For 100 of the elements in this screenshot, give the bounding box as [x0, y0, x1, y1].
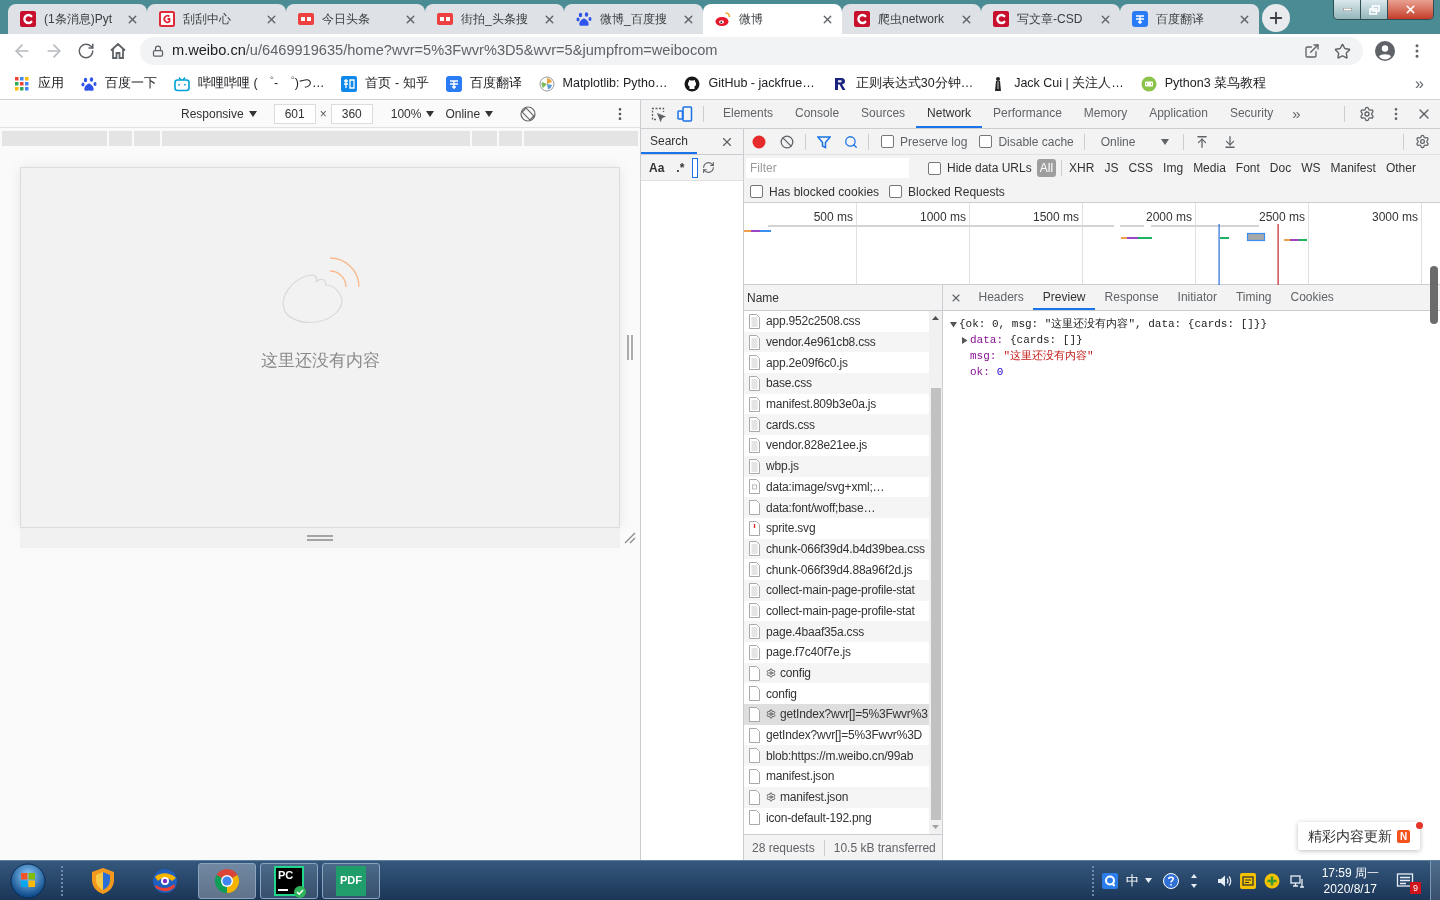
detail-tab[interactable]: Initiator: [1168, 285, 1227, 310]
type-filter[interactable]: Media: [1190, 159, 1229, 177]
detail-tab[interactable]: Response: [1095, 285, 1169, 310]
request-row[interactable]: collect-main-page-profile-stat: [744, 579, 929, 601]
ime-indicator[interactable]: 中: [1125, 870, 1139, 891]
devices-icon[interactable]: [677, 106, 693, 122]
home-icon[interactable]: [108, 41, 128, 61]
taskbar-button[interactable]: PC: [260, 862, 318, 899]
browser-tab[interactable]: 百度翻译: [1120, 4, 1259, 34]
request-row[interactable]: base.css: [744, 373, 929, 394]
type-filter[interactable]: WS: [1298, 159, 1324, 177]
filter-icon[interactable]: [817, 134, 831, 149]
request-row[interactable]: getIndex?wvr[]=5%3Fwvr%3: [744, 704, 929, 725]
corner-resize-handle[interactable]: [624, 532, 636, 544]
match-case-button[interactable]: Aa: [649, 158, 665, 177]
regex-button[interactable]: .*: [676, 158, 685, 177]
type-filter[interactable]: CSS: [1125, 159, 1157, 177]
download-icon[interactable]: [1222, 134, 1237, 149]
request-row[interactable]: chunk-066f39d4.b4d39bea.css: [744, 538, 929, 560]
column-header[interactable]: Name: [747, 288, 779, 307]
rotate-icon[interactable]: [520, 105, 537, 122]
panel-tab[interactable]: Application: [1138, 100, 1219, 128]
checkbox[interactable]: [881, 135, 894, 148]
request-row[interactable]: cards.css: [744, 414, 929, 436]
panel-tab[interactable]: Console: [784, 100, 851, 128]
address-bar[interactable]: m.weibo.cn/u/6469919635/home?wvr=5%3Fwvr%3D5&wvr=5&jumpfrom=weibocom: [140, 37, 1363, 65]
clear-icon[interactable]: [780, 134, 794, 149]
request-row[interactable]: wbp.js: [744, 455, 929, 477]
type-filter[interactable]: Other: [1382, 159, 1419, 177]
scrollbar-thumb[interactable]: [1430, 266, 1438, 324]
request-row[interactable]: manifest.json: [744, 786, 929, 808]
more-panels-button[interactable]: »: [1284, 102, 1309, 126]
type-filter[interactable]: Doc: [1266, 159, 1295, 177]
browser-tab[interactable]: 刮刮中心: [147, 4, 286, 34]
throttle-dropdown[interactable]: Online: [445, 104, 494, 123]
help-icon[interactable]: [1162, 872, 1179, 889]
browser-tab[interactable]: 写文章-CSD: [981, 4, 1120, 34]
close-window-button[interactable]: [1388, 0, 1433, 19]
panel-tab[interactable]: Security: [1218, 100, 1285, 128]
more-bookmarks-button[interactable]: »: [1415, 71, 1424, 96]
show-desktop-button[interactable]: [1430, 861, 1440, 900]
checkbox[interactable]: [889, 185, 903, 198]
resize-handle[interactable]: [627, 335, 633, 360]
bookmark[interactable]: 百度一下: [73, 70, 165, 97]
browser-tab[interactable]: 街拍_头条搜: [425, 4, 564, 34]
taskbar-button[interactable]: [198, 862, 256, 899]
type-filter[interactable]: Font: [1232, 159, 1263, 177]
settings-icon[interactable]: [1415, 134, 1430, 149]
minimize-button[interactable]: [1334, 0, 1361, 19]
request-row[interactable]: data:font/woff;base…: [744, 497, 929, 518]
upload-icon[interactable]: [1194, 134, 1209, 149]
type-filter[interactable]: Manifest: [1327, 159, 1379, 177]
bookmark[interactable]: Matplotlib: Pytho…: [530, 70, 676, 97]
bookmark[interactable]: Python3 菜鸟教程: [1132, 70, 1275, 97]
bookmark[interactable]: 应用: [6, 70, 72, 97]
notification-popup[interactable]: 精彩内容更新 N: [1298, 822, 1420, 850]
browser-tab[interactable]: 爬虫network: [842, 4, 981, 34]
height-field[interactable]: 360: [330, 103, 373, 124]
refresh-icon[interactable]: [702, 161, 716, 174]
triangle-icon[interactable]: [950, 320, 957, 328]
caret-icon[interactable]: [1144, 878, 1152, 883]
checkbox[interactable]: [750, 185, 763, 198]
start-button[interactable]: [9, 861, 47, 900]
detail-tab[interactable]: Cookies: [1281, 285, 1344, 310]
search-field[interactable]: [692, 157, 699, 178]
triangle-icon[interactable]: [961, 336, 968, 344]
monitor-icon[interactable]: [1289, 872, 1306, 889]
restore-button[interactable]: [1361, 0, 1388, 19]
request-row[interactable]: blob:https://m.weibo.cn/99ab: [744, 745, 929, 767]
updown-arrows-icon[interactable]: [1188, 872, 1199, 889]
panel-tab[interactable]: Elements: [712, 100, 785, 128]
bookmark[interactable]: 百度翻译: [437, 70, 530, 97]
browser-tab[interactable]: 微博: [703, 4, 842, 34]
detail-tab[interactable]: Headers: [969, 285, 1034, 310]
record-icon[interactable]: [752, 134, 766, 149]
tile-icon[interactable]: [1239, 872, 1256, 889]
new-tab-button[interactable]: [1262, 4, 1290, 32]
profile-icon[interactable]: [1375, 41, 1395, 61]
message-icon[interactable]: [1396, 871, 1414, 890]
type-filter[interactable]: Img: [1160, 159, 1187, 177]
scrollbar-thumb[interactable]: [930, 388, 941, 820]
browser-tab[interactable]: 今日头条: [286, 4, 425, 34]
throttling-dropdown[interactable]: Online: [1100, 132, 1169, 151]
star-icon[interactable]: [1334, 42, 1351, 60]
bookmark[interactable]: Jack Cui | 关注人…: [982, 70, 1132, 97]
external-link-icon[interactable]: [1304, 43, 1320, 59]
panel-tab[interactable]: Memory: [1072, 100, 1139, 128]
search-icon[interactable]: [844, 134, 858, 149]
filter-field[interactable]: Filter: [746, 158, 909, 178]
bookmark[interactable]: 正则表达式30分钟…: [823, 70, 982, 97]
ring-tile-icon[interactable]: [1101, 872, 1118, 889]
detail-tab[interactable]: Timing: [1226, 285, 1281, 310]
checkbox[interactable]: [979, 135, 993, 148]
request-row[interactable]: config: [744, 662, 929, 684]
settings-icon[interactable]: [1359, 106, 1375, 122]
type-filter[interactable]: JS: [1101, 159, 1122, 177]
type-filter[interactable]: XHR: [1066, 159, 1098, 177]
checkbox[interactable]: [928, 161, 941, 175]
request-row[interactable]: vendor.4e961cb8.css: [744, 331, 929, 353]
width-field[interactable]: 601: [273, 103, 316, 124]
